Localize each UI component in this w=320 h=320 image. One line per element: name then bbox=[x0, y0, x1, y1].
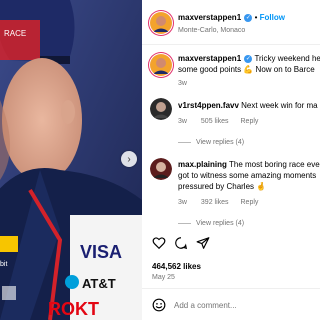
comment-icon[interactable] bbox=[174, 236, 188, 250]
comment-time: 3w bbox=[178, 118, 187, 125]
comment-likes[interactable]: 505 likes bbox=[201, 118, 229, 125]
svg-text:ROKT: ROKT bbox=[48, 299, 99, 319]
post-header: maxverstappen1 ✓ • Follow Monte-Carlo, M… bbox=[142, 0, 320, 45]
add-comment-input[interactable] bbox=[174, 297, 314, 313]
verified-icon: ✓ bbox=[244, 13, 253, 22]
reply-button[interactable]: Reply bbox=[241, 199, 259, 206]
post-details-panel: maxverstappen1 ✓ • Follow Monte-Carlo, M… bbox=[142, 0, 320, 320]
comment-text-line3: pressured by Charles 🤞 bbox=[178, 182, 267, 191]
commenter-username[interactable]: max.plaining bbox=[178, 160, 227, 169]
caption-username[interactable]: maxverstappen1 bbox=[178, 54, 241, 63]
reply-button[interactable]: Reply bbox=[241, 118, 259, 125]
view-replies-button[interactable]: View replies (4) bbox=[196, 139, 244, 146]
commenter-avatar[interactable] bbox=[150, 158, 172, 180]
svg-text:RACE: RACE bbox=[4, 29, 26, 38]
next-image-button[interactable]: › bbox=[121, 151, 137, 167]
comment-time: 3w bbox=[178, 199, 187, 206]
commenter-avatar[interactable] bbox=[150, 98, 172, 120]
caption-time: 3w bbox=[178, 80, 187, 87]
comment-text-line1: The most boring race eve bbox=[228, 160, 320, 169]
post-likes-count[interactable]: 464,562 likes bbox=[152, 262, 201, 271]
post-date: May 25 bbox=[152, 274, 175, 281]
caption-text-line1: Tricky weekend her bbox=[254, 54, 320, 63]
author-username[interactable]: maxverstappen1 bbox=[178, 13, 241, 22]
comment-text: Next week win for ma bbox=[241, 101, 318, 110]
action-bar bbox=[152, 236, 210, 250]
caption-text-line2: some good points 💪 Now on to Barce bbox=[178, 65, 315, 74]
add-comment-bar bbox=[142, 288, 320, 320]
verified-icon: ✓ bbox=[244, 54, 253, 63]
view-replies-button[interactable]: View replies (4) bbox=[196, 220, 244, 227]
emoji-icon[interactable] bbox=[152, 298, 166, 312]
post-image: RACE VISA AT&T ROKT bit › bbox=[0, 0, 142, 320]
heart-icon[interactable] bbox=[152, 236, 166, 250]
svg-text:bit: bit bbox=[0, 261, 7, 268]
share-icon[interactable] bbox=[196, 236, 210, 250]
svg-text:AT&T: AT&T bbox=[82, 276, 116, 291]
post-location[interactable]: Monte-Carlo, Monaco bbox=[178, 25, 245, 36]
comment-text-line2: got to witness some amazing moments bbox=[178, 171, 317, 180]
caption-avatar[interactable] bbox=[150, 54, 172, 76]
author-avatar[interactable] bbox=[150, 12, 172, 34]
comment-likes[interactable]: 392 likes bbox=[201, 199, 229, 206]
commenter-username[interactable]: v1rst4ppen.favv bbox=[178, 101, 239, 110]
chevron-right-icon: › bbox=[127, 153, 131, 165]
svg-text:VISA: VISA bbox=[80, 242, 122, 262]
follow-button[interactable]: Follow bbox=[260, 13, 285, 22]
